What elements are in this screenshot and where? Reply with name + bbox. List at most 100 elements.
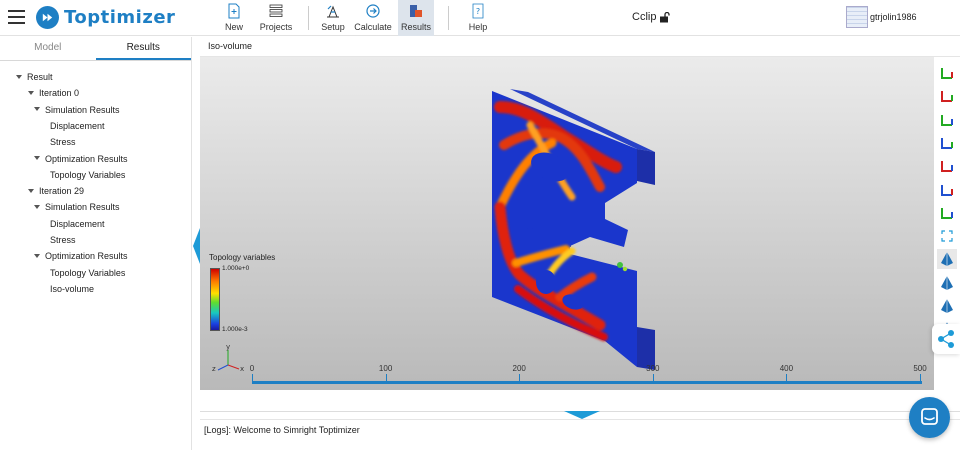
setup-label: Setup — [321, 22, 345, 32]
results-label: Results — [400, 22, 431, 32]
hamburger-menu-icon[interactable] — [8, 10, 25, 24]
toolbar-separator — [308, 6, 309, 30]
share-icon — [938, 330, 954, 348]
view-back-button[interactable] — [937, 180, 957, 200]
view-bottom-button[interactable] — [937, 86, 957, 106]
wireframe-mode-button[interactable] — [937, 273, 957, 293]
list-icon — [269, 4, 283, 17]
legend-min-value: 1.000e-3 — [222, 326, 248, 333]
caret-down-icon[interactable] — [28, 188, 34, 193]
fit-view-icon — [941, 230, 953, 242]
view-back-icon — [941, 184, 953, 196]
tree-item-label: Iteration 29 — [39, 186, 85, 197]
tree-item[interactable]: Displacement — [50, 118, 105, 134]
tree-item[interactable]: Optimization Results — [34, 151, 128, 167]
tree-item[interactable]: Displacement — [50, 216, 105, 232]
view-left-button[interactable] — [937, 110, 957, 130]
timeline-tick-label: 500 — [913, 364, 927, 373]
tree-item[interactable]: Topology Variables — [50, 265, 125, 281]
chat-icon — [921, 408, 938, 425]
tree-item[interactable]: Iteration 0 — [28, 85, 79, 101]
toolbar-separator — [448, 6, 449, 30]
tree-item[interactable]: Simulation Results — [34, 102, 120, 118]
document-name: Cclip — [632, 11, 657, 23]
tree-item[interactable]: Simulation Results — [34, 199, 120, 215]
3d-viewport[interactable]: Topology variables 1.000e+0 1.000e-3 y z… — [200, 57, 934, 390]
setup-icon — [327, 5, 339, 18]
setup-button[interactable]: Setup — [318, 0, 348, 36]
tree-item-label: Stress — [50, 137, 76, 148]
legend-max-value: 1.000e+0 — [222, 265, 250, 272]
chat-button[interactable] — [909, 397, 950, 438]
edges-mode-button[interactable] — [937, 296, 957, 316]
iteration-timeline[interactable] — [252, 381, 922, 384]
share-button[interactable] — [932, 324, 960, 354]
timeline-tick — [652, 374, 654, 383]
tree-item[interactable]: Result — [16, 69, 53, 85]
tab-results[interactable]: Results — [95, 37, 191, 60]
fit-view-button[interactable] — [937, 226, 957, 246]
timeline-tick — [252, 374, 253, 383]
tree-item[interactable]: Optimization Results — [34, 248, 128, 264]
help-toolbar: ? Help — [464, 0, 492, 36]
lock-open-icon[interactable] — [659, 11, 671, 23]
view-iso-button[interactable] — [937, 203, 957, 223]
wireframe-mode-icon — [941, 275, 953, 290]
tree-item[interactable]: Iteration 29 — [28, 183, 84, 199]
log-message: [Logs]: Welcome to Simright Toptimizer — [204, 425, 360, 435]
left-panel: Model Results Result Iteration 0 Simulatio… — [0, 37, 192, 450]
axis-triad: y z x — [212, 343, 244, 373]
timeline-tick-label: 400 — [779, 364, 794, 373]
view-right-button[interactable] — [937, 133, 957, 153]
new-button[interactable]: New — [220, 0, 248, 36]
projects-label: Projects — [259, 22, 293, 32]
caret-down-icon[interactable] — [34, 156, 40, 161]
log-panel: [Logs]: Welcome to Simright Toptimizer — [200, 419, 960, 450]
caret-down-icon[interactable] — [34, 253, 40, 258]
caret-down-icon[interactable] — [34, 205, 40, 210]
view-iso-icon — [941, 207, 953, 219]
new-document-icon — [228, 3, 240, 19]
projects-button[interactable]: Projects — [256, 0, 296, 36]
caret-down-icon[interactable] — [34, 107, 40, 112]
logo-icon — [36, 6, 59, 29]
calculate-button[interactable]: Calculate — [351, 0, 395, 36]
tree-item-label: Iso-volume — [50, 283, 95, 294]
user-menu[interactable]: gtrjolin1986 — [846, 6, 917, 28]
app-logo[interactable]: Toptimizer — [36, 6, 175, 29]
collapse-left-panel-icon[interactable] — [193, 228, 200, 264]
tree-item[interactable]: Stress — [50, 134, 76, 150]
view-bottom-icon — [941, 91, 953, 103]
view-left-icon — [941, 114, 953, 126]
tree-item[interactable]: Stress — [50, 232, 76, 248]
caret-down-icon[interactable] — [16, 74, 22, 79]
tree-item[interactable]: Topology Variables — [50, 167, 125, 183]
tree-item[interactable]: Iso-volume — [50, 281, 94, 297]
timeline-tick — [385, 374, 387, 383]
document-title: Cclip — [632, 11, 671, 23]
tree-item-label: Iteration 0 — [39, 88, 80, 99]
tree-item-label: Displacement — [50, 120, 105, 131]
calculate-icon — [366, 4, 380, 18]
svg-text:?: ? — [476, 7, 480, 16]
axis-z-label: z — [212, 365, 216, 373]
legend-color-bar — [210, 268, 220, 331]
tree-item-label: Optimization Results — [45, 251, 128, 262]
collapse-log-panel-icon[interactable] — [564, 411, 600, 419]
tab-model[interactable]: Model — [0, 37, 96, 60]
results-button[interactable]: Results — [398, 0, 434, 36]
view-top-icon — [941, 68, 953, 79]
shaded-mode-button[interactable] — [937, 249, 957, 270]
view-front-icon — [941, 161, 953, 173]
top-bar: Toptimizer New Projects Setup Calculate … — [0, 0, 960, 36]
timeline-tick-label: 100 — [378, 364, 393, 373]
view-front-button[interactable] — [937, 156, 957, 176]
avatar — [846, 6, 868, 28]
caret-down-icon[interactable] — [28, 90, 34, 95]
help-button[interactable]: ? Help — [464, 0, 492, 36]
view-top-button[interactable] — [937, 63, 957, 83]
iso-volume-model[interactable] — [200, 57, 934, 390]
timeline-tick-label: 0 — [249, 364, 255, 373]
tree-item-label: Topology Variables — [50, 267, 126, 278]
legend-title: Topology variables — [209, 253, 276, 262]
